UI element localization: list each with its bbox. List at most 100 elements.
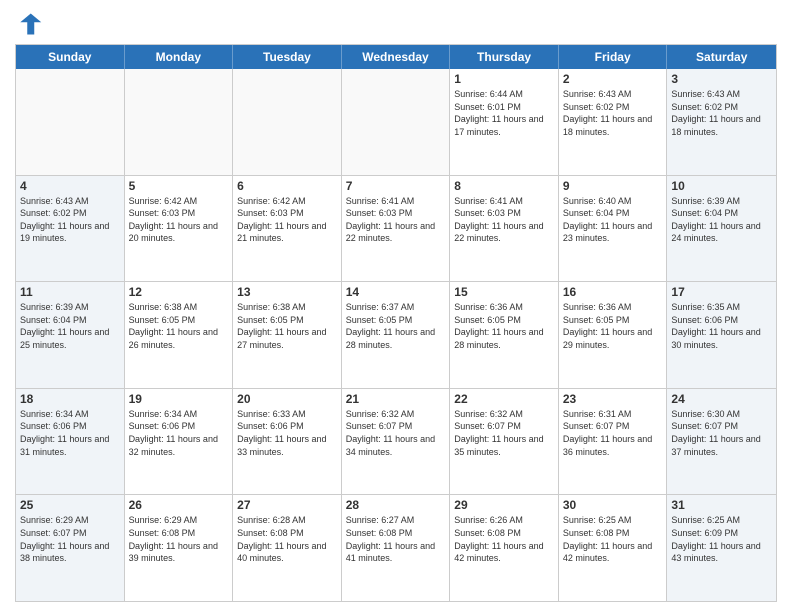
day-number: 25 bbox=[20, 498, 120, 512]
day-number: 7 bbox=[346, 179, 446, 193]
page: SundayMondayTuesdayWednesdayThursdayFrid… bbox=[0, 0, 792, 612]
cal-cell-2-4: 7 Sunrise: 6:41 AMSunset: 6:03 PMDaylight… bbox=[342, 176, 451, 282]
day-number: 18 bbox=[20, 392, 120, 406]
day-number: 27 bbox=[237, 498, 337, 512]
day-number: 31 bbox=[671, 498, 772, 512]
day-number: 3 bbox=[671, 72, 772, 86]
cal-cell-2-7: 10 Sunrise: 6:39 AMSunset: 6:04 PMDayligh… bbox=[667, 176, 776, 282]
cal-cell-4-2: 19 Sunrise: 6:34 AMSunset: 6:06 PMDayligh… bbox=[125, 389, 234, 495]
cal-cell-3-5: 15 Sunrise: 6:36 AMSunset: 6:05 PMDayligh… bbox=[450, 282, 559, 388]
week-row-3: 11 Sunrise: 6:39 AMSunset: 6:04 PMDayligh… bbox=[16, 282, 776, 389]
cal-cell-5-7: 31Sunrise: 6:25 AMSunset: 6:09 PMDayligh… bbox=[667, 495, 776, 601]
cal-cell-4-6: 23 Sunrise: 6:31 AMSunset: 6:07 PMDayligh… bbox=[559, 389, 668, 495]
header-day-tuesday: Tuesday bbox=[233, 45, 342, 69]
day-number: 14 bbox=[346, 285, 446, 299]
day-info: Sunrise: 6:36 AMSunset: 6:05 PMDaylight:… bbox=[563, 301, 663, 351]
calendar-body: 1 Sunrise: 6:44 AMSunset: 6:01 PMDaylight… bbox=[16, 69, 776, 601]
header-day-wednesday: Wednesday bbox=[342, 45, 451, 69]
day-info: Sunrise: 6:28 AMSunset: 6:08 PMDaylight:… bbox=[237, 514, 337, 564]
cal-cell-1-2 bbox=[125, 69, 234, 175]
week-row-4: 18 Sunrise: 6:34 AMSunset: 6:06 PMDayligh… bbox=[16, 389, 776, 496]
day-info: Sunrise: 6:43 AMSunset: 6:02 PMDaylight:… bbox=[671, 88, 772, 138]
cal-cell-2-5: 8Sunrise: 6:41 AMSunset: 6:03 PMDaylight… bbox=[450, 176, 559, 282]
header-day-monday: Monday bbox=[125, 45, 234, 69]
day-info: Sunrise: 6:41 AMSunset: 6:03 PMDaylight:… bbox=[346, 195, 446, 245]
cal-cell-4-5: 22 Sunrise: 6:32 AMSunset: 6:07 PMDayligh… bbox=[450, 389, 559, 495]
day-number: 20 bbox=[237, 392, 337, 406]
header-day-sunday: Sunday bbox=[16, 45, 125, 69]
day-number: 1 bbox=[454, 72, 554, 86]
day-number: 19 bbox=[129, 392, 229, 406]
cal-cell-1-3 bbox=[233, 69, 342, 175]
day-number: 15 bbox=[454, 285, 554, 299]
day-info: Sunrise: 6:32 AMSunset: 6:07 PMDaylight:… bbox=[346, 408, 446, 458]
day-info: Sunrise: 6:38 AMSunset: 6:05 PMDaylight:… bbox=[237, 301, 337, 351]
day-number: 5 bbox=[129, 179, 229, 193]
cal-cell-5-3: 27 Sunrise: 6:28 AMSunset: 6:08 PMDayligh… bbox=[233, 495, 342, 601]
day-info: Sunrise: 6:33 AMSunset: 6:06 PMDaylight:… bbox=[237, 408, 337, 458]
week-row-1: 1 Sunrise: 6:44 AMSunset: 6:01 PMDaylight… bbox=[16, 69, 776, 176]
cal-cell-3-6: 16Sunrise: 6:36 AMSunset: 6:05 PMDayligh… bbox=[559, 282, 668, 388]
cal-cell-4-4: 21Sunrise: 6:32 AMSunset: 6:07 PMDayligh… bbox=[342, 389, 451, 495]
calendar-header-row: SundayMondayTuesdayWednesdayThursdayFrid… bbox=[16, 45, 776, 69]
day-info: Sunrise: 6:27 AMSunset: 6:08 PMDaylight:… bbox=[346, 514, 446, 564]
cal-cell-3-1: 11 Sunrise: 6:39 AMSunset: 6:04 PMDayligh… bbox=[16, 282, 125, 388]
cal-cell-2-3: 6 Sunrise: 6:42 AMSunset: 6:03 PMDaylight… bbox=[233, 176, 342, 282]
day-info: Sunrise: 6:42 AMSunset: 6:03 PMDaylight:… bbox=[237, 195, 337, 245]
day-number: 30 bbox=[563, 498, 663, 512]
day-info: Sunrise: 6:29 AMSunset: 6:07 PMDaylight:… bbox=[20, 514, 120, 564]
day-info: Sunrise: 6:34 AMSunset: 6:06 PMDaylight:… bbox=[20, 408, 120, 458]
day-number: 10 bbox=[671, 179, 772, 193]
day-number: 6 bbox=[237, 179, 337, 193]
cal-cell-5-1: 25 Sunrise: 6:29 AMSunset: 6:07 PMDayligh… bbox=[16, 495, 125, 601]
day-number: 23 bbox=[563, 392, 663, 406]
day-info: Sunrise: 6:32 AMSunset: 6:07 PMDaylight:… bbox=[454, 408, 554, 458]
cal-cell-4-3: 20 Sunrise: 6:33 AMSunset: 6:06 PMDayligh… bbox=[233, 389, 342, 495]
day-info: Sunrise: 6:40 AMSunset: 6:04 PMDaylight:… bbox=[563, 195, 663, 245]
day-info: Sunrise: 6:36 AMSunset: 6:05 PMDaylight:… bbox=[454, 301, 554, 351]
day-number: 13 bbox=[237, 285, 337, 299]
cal-cell-3-7: 17 Sunrise: 6:35 AMSunset: 6:06 PMDayligh… bbox=[667, 282, 776, 388]
day-number: 12 bbox=[129, 285, 229, 299]
week-row-5: 25 Sunrise: 6:29 AMSunset: 6:07 PMDayligh… bbox=[16, 495, 776, 601]
cal-cell-2-6: 9Sunrise: 6:40 AMSunset: 6:04 PMDaylight… bbox=[559, 176, 668, 282]
cal-cell-1-5: 1 Sunrise: 6:44 AMSunset: 6:01 PMDaylight… bbox=[450, 69, 559, 175]
cal-cell-5-4: 28 Sunrise: 6:27 AMSunset: 6:08 PMDayligh… bbox=[342, 495, 451, 601]
day-number: 17 bbox=[671, 285, 772, 299]
day-info: Sunrise: 6:44 AMSunset: 6:01 PMDaylight:… bbox=[454, 88, 554, 138]
cal-cell-1-4 bbox=[342, 69, 451, 175]
day-number: 26 bbox=[129, 498, 229, 512]
day-info: Sunrise: 6:39 AMSunset: 6:04 PMDaylight:… bbox=[671, 195, 772, 245]
cal-cell-1-1 bbox=[16, 69, 125, 175]
header-day-thursday: Thursday bbox=[450, 45, 559, 69]
day-info: Sunrise: 6:41 AMSunset: 6:03 PMDaylight:… bbox=[454, 195, 554, 245]
day-number: 22 bbox=[454, 392, 554, 406]
day-number: 11 bbox=[20, 285, 120, 299]
day-number: 2 bbox=[563, 72, 663, 86]
day-info: Sunrise: 6:43 AMSunset: 6:02 PMDaylight:… bbox=[20, 195, 120, 245]
day-info: Sunrise: 6:29 AMSunset: 6:08 PMDaylight:… bbox=[129, 514, 229, 564]
cal-cell-5-5: 29Sunrise: 6:26 AMSunset: 6:08 PMDayligh… bbox=[450, 495, 559, 601]
day-info: Sunrise: 6:43 AMSunset: 6:02 PMDaylight:… bbox=[563, 88, 663, 138]
day-info: Sunrise: 6:37 AMSunset: 6:05 PMDaylight:… bbox=[346, 301, 446, 351]
cal-cell-1-7: 3 Sunrise: 6:43 AMSunset: 6:02 PMDaylight… bbox=[667, 69, 776, 175]
day-number: 29 bbox=[454, 498, 554, 512]
cal-cell-3-4: 14 Sunrise: 6:37 AMSunset: 6:05 PMDayligh… bbox=[342, 282, 451, 388]
header-day-friday: Friday bbox=[559, 45, 668, 69]
day-info: Sunrise: 6:31 AMSunset: 6:07 PMDaylight:… bbox=[563, 408, 663, 458]
cal-cell-3-2: 12 Sunrise: 6:38 AMSunset: 6:05 PMDayligh… bbox=[125, 282, 234, 388]
cal-cell-1-6: 2 Sunrise: 6:43 AMSunset: 6:02 PMDaylight… bbox=[559, 69, 668, 175]
day-info: Sunrise: 6:39 AMSunset: 6:04 PMDaylight:… bbox=[20, 301, 120, 351]
cal-cell-4-7: 24Sunrise: 6:30 AMSunset: 6:07 PMDayligh… bbox=[667, 389, 776, 495]
day-info: Sunrise: 6:42 AMSunset: 6:03 PMDaylight:… bbox=[129, 195, 229, 245]
header-day-saturday: Saturday bbox=[667, 45, 776, 69]
day-info: Sunrise: 6:35 AMSunset: 6:06 PMDaylight:… bbox=[671, 301, 772, 351]
day-info: Sunrise: 6:34 AMSunset: 6:06 PMDaylight:… bbox=[129, 408, 229, 458]
day-info: Sunrise: 6:25 AMSunset: 6:08 PMDaylight:… bbox=[563, 514, 663, 564]
cal-cell-4-1: 18 Sunrise: 6:34 AMSunset: 6:06 PMDayligh… bbox=[16, 389, 125, 495]
day-info: Sunrise: 6:38 AMSunset: 6:05 PMDaylight:… bbox=[129, 301, 229, 351]
cal-cell-5-2: 26 Sunrise: 6:29 AMSunset: 6:08 PMDayligh… bbox=[125, 495, 234, 601]
cal-cell-5-6: 30 Sunrise: 6:25 AMSunset: 6:08 PMDayligh… bbox=[559, 495, 668, 601]
day-number: 28 bbox=[346, 498, 446, 512]
logo-icon bbox=[15, 10, 43, 38]
